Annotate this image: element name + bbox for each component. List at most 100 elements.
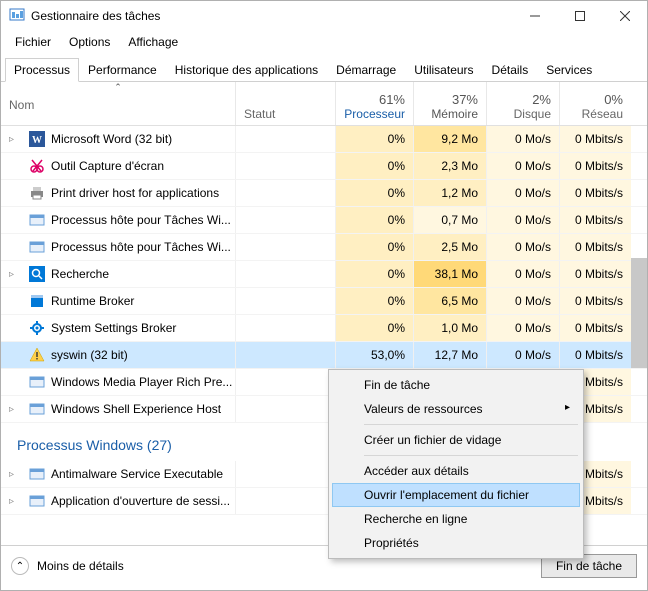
gear-icon	[29, 320, 45, 336]
cell-name: Outil Capture d'écran	[1, 153, 235, 179]
generic-icon	[29, 493, 45, 509]
cell-disk: 0 Mo/s	[486, 126, 559, 152]
cell-name: Windows Shell Experience Host	[1, 396, 235, 422]
tab-users[interactable]: Utilisateurs	[405, 58, 482, 82]
tab-app-history[interactable]: Historique des applications	[166, 58, 327, 82]
generic-icon	[29, 212, 45, 228]
cell-disk: 0 Mo/s	[486, 315, 559, 341]
cell-cpu: 0%	[335, 288, 413, 314]
maximize-button[interactable]	[557, 1, 602, 31]
cell-network: 0 Mbits/s	[559, 234, 631, 260]
cell-status	[235, 126, 335, 152]
process-name: Application d'ouverture de sessi...	[51, 494, 230, 508]
generic-icon	[29, 401, 45, 417]
process-name: Windows Shell Experience Host	[51, 402, 221, 416]
cell-status	[235, 234, 335, 260]
table-row[interactable]: Print driver host for applications0%1,2 …	[1, 180, 647, 207]
col-disk[interactable]: 2% Disque	[486, 82, 559, 125]
snip-icon	[29, 158, 45, 174]
tab-processes[interactable]: Processus	[5, 58, 79, 82]
process-name: Windows Media Player Rich Pre...	[51, 375, 232, 389]
minimize-button[interactable]	[512, 1, 557, 31]
col-status[interactable]: Statut	[235, 82, 335, 125]
process-name: Processus hôte pour Tâches Wi...	[51, 240, 231, 254]
cell-cpu: 0%	[335, 126, 413, 152]
cell-status	[235, 180, 335, 206]
generic-icon	[29, 374, 45, 390]
cell-cpu: 0%	[335, 315, 413, 341]
menu-file[interactable]: Fichier	[7, 33, 59, 51]
sort-indicator-icon: ⌃	[114, 82, 122, 93]
col-cpu[interactable]: 61% Processeur	[335, 82, 413, 125]
cell-cpu: 0%	[335, 234, 413, 260]
context-item[interactable]: Accéder aux détails	[332, 459, 580, 483]
context-item[interactable]: Ouvrir l'emplacement du fichier	[332, 483, 580, 507]
chevron-up-icon[interactable]: ⌃	[11, 557, 29, 575]
context-item[interactable]: Fin de tâche	[332, 373, 580, 397]
table-row[interactable]: WMicrosoft Word (32 bit)0%9,2 Mo0 Mo/s0 …	[1, 126, 647, 153]
cell-name: syswin (32 bit)	[1, 342, 235, 368]
col-network[interactable]: 0% Réseau	[559, 82, 631, 125]
table-row[interactable]: Processus hôte pour Tâches Wi... 0%0,7 Mo…	[1, 207, 647, 234]
window-title: Gestionnaire des tâches	[31, 9, 512, 23]
menu-options[interactable]: Options	[61, 33, 118, 51]
cell-cpu: 0%	[335, 261, 413, 287]
process-name: Runtime Broker	[51, 294, 134, 308]
context-item[interactable]: Créer un fichier de vidage	[332, 428, 580, 452]
context-item[interactable]: Recherche en ligne	[332, 507, 580, 531]
tab-services[interactable]: Services	[537, 58, 601, 82]
less-details-link[interactable]: Moins de détails	[37, 559, 124, 573]
close-button[interactable]	[602, 1, 647, 31]
cell-disk: 0 Mo/s	[486, 153, 559, 179]
context-item[interactable]: Propriétés	[332, 531, 580, 555]
cell-disk: 0 Mo/s	[486, 288, 559, 314]
cell-status	[235, 207, 335, 233]
chevron-right-icon: ▸	[565, 402, 570, 413]
col-memory[interactable]: 37% Mémoire	[413, 82, 486, 125]
table-row[interactable]: Outil Capture d'écran0%2,3 Mo0 Mo/s0 Mbi…	[1, 153, 647, 180]
cell-cpu: 53,0%	[335, 342, 413, 368]
cell-cpu: 0%	[335, 207, 413, 233]
cell-memory: 12,7 Mo	[413, 342, 486, 368]
tab-details[interactable]: Détails	[483, 58, 538, 82]
process-name: Processus hôte pour Tâches Wi...	[51, 213, 231, 227]
table-row[interactable]: Processus hôte pour Tâches Wi...0%2,5 Mo…	[1, 234, 647, 261]
scrollbar-thumb[interactable]	[631, 258, 647, 368]
printer-icon	[29, 185, 45, 201]
cell-memory: 9,2 Mo	[413, 126, 486, 152]
cell-status	[235, 288, 335, 314]
cell-name: Processus hôte pour Tâches Wi...	[1, 234, 235, 260]
cell-cpu: 0%	[335, 180, 413, 206]
cell-cpu: 0%	[335, 153, 413, 179]
tab-performance[interactable]: Performance	[79, 58, 166, 82]
cell-memory: 6,5 Mo	[413, 288, 486, 314]
cell-disk: 0 Mo/s	[486, 234, 559, 260]
table-row[interactable]: syswin (32 bit)53,0%12,7 Mo0 Mo/s0 Mbits…	[1, 342, 647, 369]
menu-view[interactable]: Affichage	[120, 33, 186, 51]
cell-memory: 1,0 Mo	[413, 315, 486, 341]
tab-startup[interactable]: Démarrage	[327, 58, 405, 82]
cell-status	[235, 396, 335, 422]
runtime-icon	[29, 293, 45, 309]
col-name[interactable]: ⌃ Nom	[1, 82, 235, 125]
table-row[interactable]: Runtime Broker0%6,5 Mo0 Mo/s0 Mbits/s	[1, 288, 647, 315]
cell-network: 0 Mbits/s	[559, 153, 631, 179]
cell-network: 0 Mbits/s	[559, 342, 631, 368]
table-row[interactable]: Recherche0%38,1 Mo0 Mo/s0 Mbits/s	[1, 261, 647, 288]
svg-text:W: W	[32, 135, 42, 146]
cell-status	[235, 315, 335, 341]
cell-network: 0 Mbits/s	[559, 207, 631, 233]
process-name: Print driver host for applications	[51, 186, 219, 200]
context-item[interactable]: Valeurs de ressources▸	[332, 397, 580, 421]
cell-disk: 0 Mo/s	[486, 180, 559, 206]
cell-memory: 0,7 Mo	[413, 207, 486, 233]
table-row[interactable]: System Settings Broker0%1,0 Mo0 Mo/s0 Mb…	[1, 315, 647, 342]
process-name: Antimalware Service Executable	[51, 467, 223, 481]
titlebar: Gestionnaire des tâches	[1, 1, 647, 31]
cell-disk: 0 Mo/s	[486, 261, 559, 287]
cell-disk: 0 Mo/s	[486, 207, 559, 233]
cell-network: 0 Mbits/s	[559, 180, 631, 206]
process-name: Recherche	[51, 267, 109, 281]
cell-name: Antimalware Service Executable	[1, 461, 235, 487]
word-icon: W	[29, 131, 45, 147]
